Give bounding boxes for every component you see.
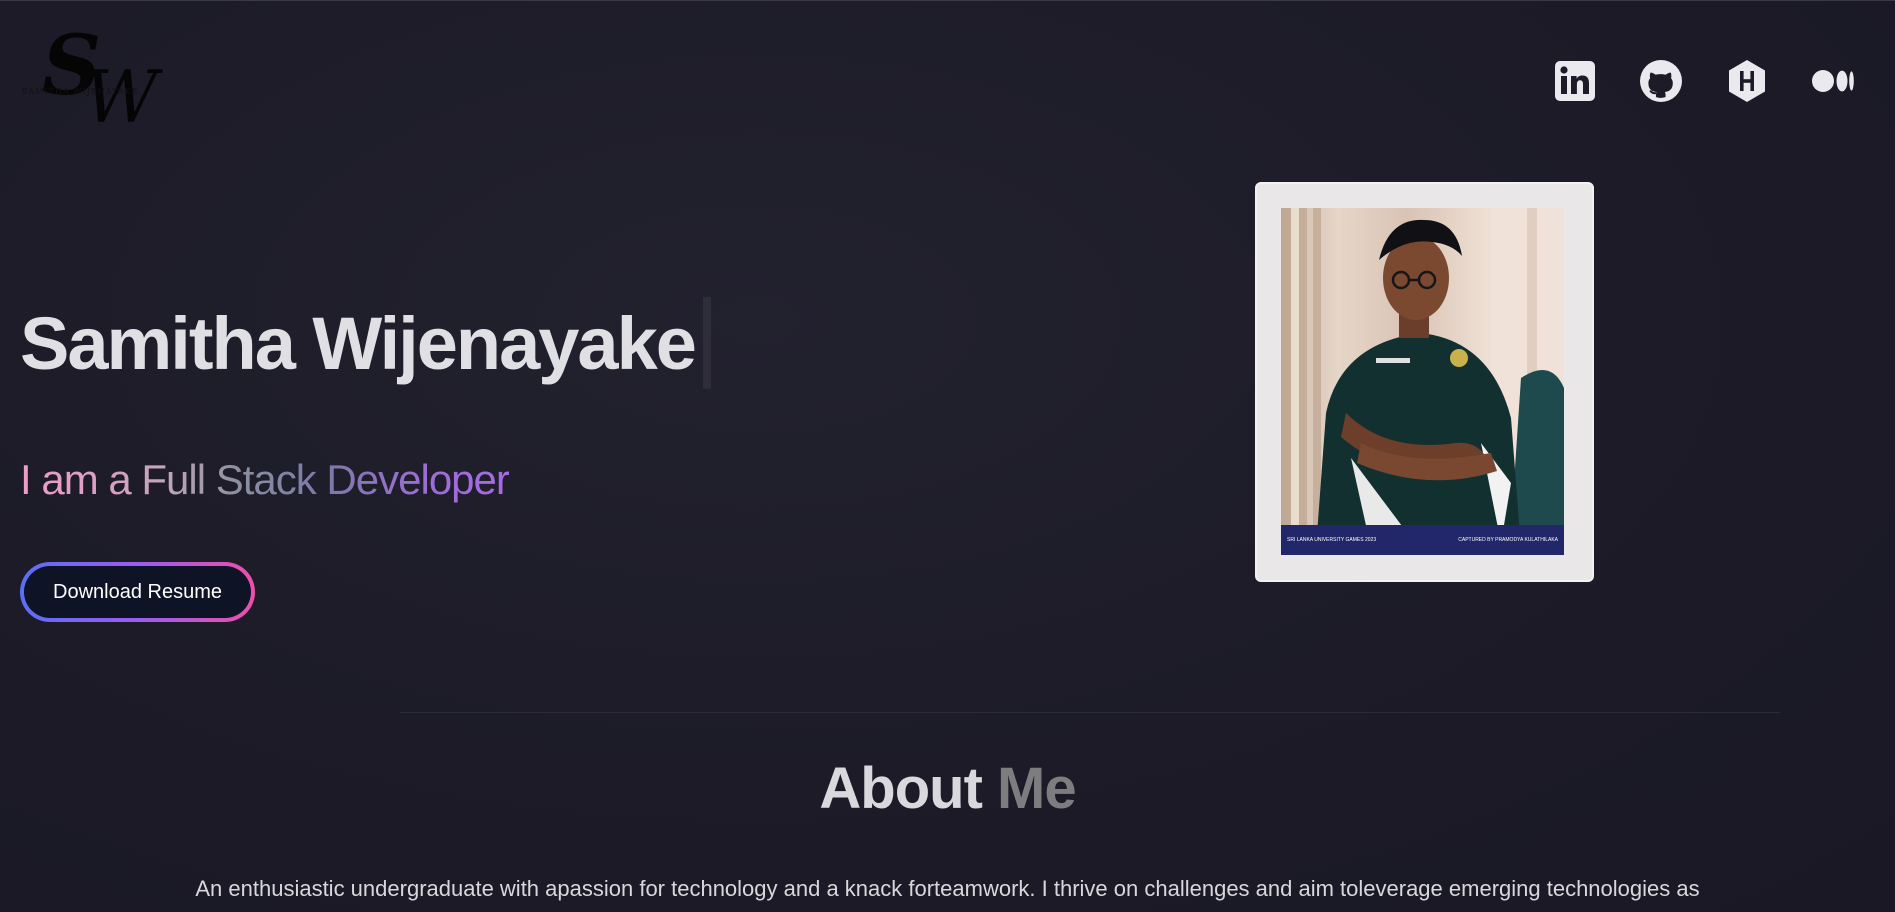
download-resume-label: Download Resume [24, 566, 251, 618]
profile-photo: SRI LANKA UNIVERSITY GAMES 2023 CAPTURED… [1281, 208, 1564, 555]
hashnode-link[interactable] [1725, 59, 1769, 103]
social-links [1553, 59, 1855, 103]
hero-name: Samitha Wijenayake [20, 297, 711, 389]
download-resume-button[interactable]: Download Resume [20, 562, 255, 622]
about-title-word2: Me [997, 756, 1077, 821]
medium-link[interactable] [1811, 59, 1855, 103]
typing-cursor [702, 297, 711, 389]
hero-role: I am a Full Stack Developer [20, 456, 510, 503]
photo-caption-right: CAPTURED BY PRAMODYA KULATHILAKA [1458, 537, 1558, 543]
logo-small-text: SAMITHA WIJENAYAKE [22, 87, 139, 96]
about-title-word1: About [819, 756, 982, 821]
section-divider [400, 712, 1780, 713]
about-title: About Me [0, 755, 1895, 822]
medium-icon [1812, 70, 1854, 92]
photo-caption-left: SRI LANKA UNIVERSITY GAMES 2023 [1287, 537, 1377, 543]
profile-photo-frame: SRI LANKA UNIVERSITY GAMES 2023 CAPTURED… [1255, 182, 1594, 582]
linkedin-link[interactable] [1553, 59, 1597, 103]
github-icon [1640, 60, 1682, 102]
logo-monogram-w: W [84, 55, 159, 139]
site-logo[interactable]: S W SAMITHA WIJENAYAKE [22, 25, 162, 141]
page: S W SAMITHA WIJENAYAKE Samitha Wijenayak… [0, 0, 1895, 912]
hashnode-icon [1729, 60, 1765, 102]
about-text: An enthusiastic undergraduate with apass… [195, 876, 1700, 901]
photo-caption-bar: SRI LANKA UNIVERSITY GAMES 2023 CAPTURED… [1281, 525, 1564, 555]
linkedin-icon [1555, 61, 1595, 101]
profile-photo-illustration [1281, 208, 1564, 555]
hero-name-text: Samitha Wijenayake [20, 301, 697, 385]
github-link[interactable] [1639, 59, 1683, 103]
